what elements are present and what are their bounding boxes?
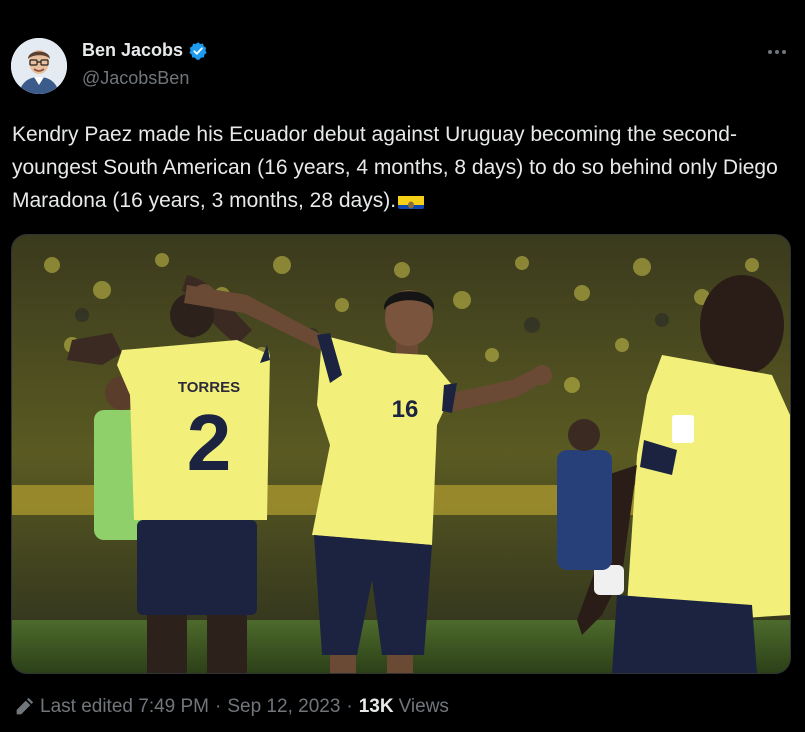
ecuador-flag-emoji <box>398 191 425 209</box>
meta-separator: · <box>346 696 353 717</box>
author-display-name[interactable]: Ben Jacobs <box>82 40 183 61</box>
tweet-text-body: Kendry Paez made his Ecuador debut again… <box>12 123 778 212</box>
avatar[interactable] <box>11 38 67 94</box>
torres-shirt-number: 2 <box>187 398 232 487</box>
tweet-media-photo[interactable]: TORRES 2 16 <box>11 234 791 674</box>
tweet: Ben Jacobs @JacobsBen Kendry Paez made h… <box>0 0 805 732</box>
tweet-date-link[interactable]: Sep 12, 2023 <box>227 696 340 718</box>
views-label: Views <box>398 696 449 717</box>
verified-badge-icon[interactable] <box>188 41 208 61</box>
more-horizontal-icon <box>768 50 786 54</box>
author-name-row: Ben Jacobs <box>82 40 208 61</box>
tweet-date: Sep 12, 2023 <box>227 696 341 717</box>
torres-shirt-name: TORRES <box>178 379 240 396</box>
tweet-meta: Last edited 7:49 PM · Sep 12, 2023 · 13K… <box>14 696 449 718</box>
paez-shirt-number: 16 <box>392 396 419 423</box>
edited-label: Last edited <box>40 696 133 717</box>
avatar-portrait <box>11 38 67 94</box>
views-count: 13K <box>358 696 394 717</box>
football-celebration-photo: TORRES 2 16 <box>12 235 790 673</box>
edit-pencil-icon <box>14 697 34 717</box>
tweet-time: 7:49 PM <box>138 696 210 717</box>
more-options-button[interactable] <box>762 40 792 64</box>
last-edited-link[interactable]: Last edited 7:49 PM <box>40 696 209 718</box>
tweet-text: Kendry Paez made his Ecuador debut again… <box>12 118 792 217</box>
meta-separator: · <box>215 696 222 717</box>
author-handle[interactable]: @JacobsBen <box>82 68 189 89</box>
